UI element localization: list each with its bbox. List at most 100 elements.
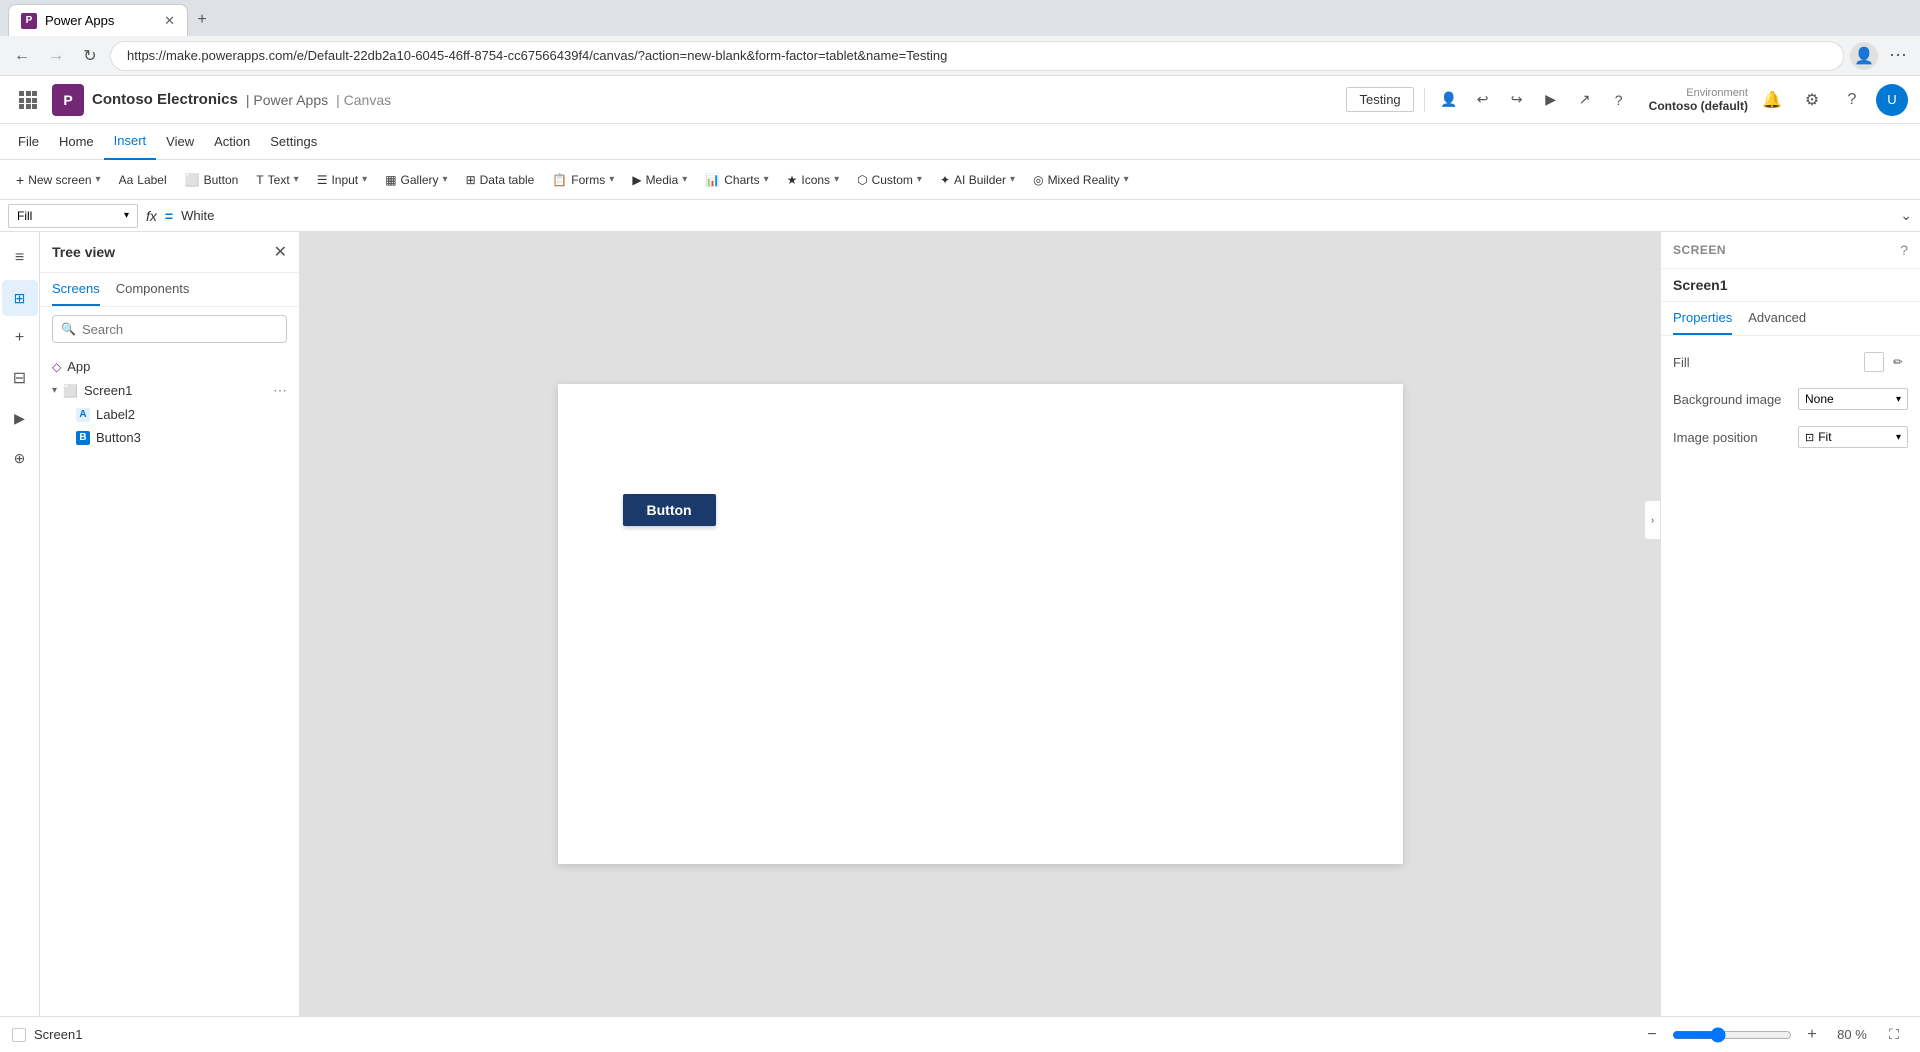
address-bar[interactable]: https://make.powerapps.com/e/Default-22d… <box>110 41 1844 71</box>
bottom-screen-checkbox[interactable] <box>12 1028 26 1042</box>
waffle-menu-button[interactable] <box>12 84 44 116</box>
help-header-button[interactable]: ? <box>1836 84 1868 116</box>
left-icon-bar: ≡ ⊞ + ⊟ ▶ ⊕ <box>0 232 40 1016</box>
user-avatar[interactable]: U <box>1876 84 1908 116</box>
forms-button[interactable]: 📋 Forms ▾ <box>544 165 622 195</box>
user-icon-button[interactable]: 👤 <box>1435 86 1463 114</box>
right-tab-properties[interactable]: Properties <box>1673 302 1732 335</box>
input-button[interactable]: ☰ Input ▾ <box>309 165 376 195</box>
forms-arrow: ▾ <box>609 174 614 185</box>
new-tab-button[interactable]: + <box>188 6 216 34</box>
undo-button[interactable]: ↩ <box>1469 86 1497 114</box>
menu-dots[interactable]: ⋯ <box>1884 42 1912 70</box>
left-icon-insert[interactable]: + <box>2 320 38 356</box>
tree-item-screen1[interactable]: ▾ ⬜ Screen1 ⋯ <box>40 378 299 403</box>
zoom-minus-button[interactable]: − <box>1640 1023 1664 1047</box>
custom-arrow: ▾ <box>917 174 922 185</box>
help-button[interactable]: ? <box>1605 86 1633 114</box>
left-icon-media[interactable]: ▶ <box>2 400 38 436</box>
gallery-button[interactable]: ▦ Gallery ▾ <box>377 165 455 195</box>
right-tab-advanced[interactable]: Advanced <box>1748 302 1806 335</box>
canvas-button[interactable]: Button <box>623 494 716 526</box>
canvas-frame[interactable]: Button <box>558 384 1403 864</box>
mixed-reality-button[interactable]: ◎ Mixed Reality ▾ <box>1025 165 1137 195</box>
label-button[interactable]: Aa Label <box>111 165 175 195</box>
formula-dropdown[interactable]: Fill ▾ <box>8 204 138 228</box>
fill-color-edit-icon[interactable]: ✏ <box>1888 352 1908 372</box>
tree-item-app[interactable]: ◇ App <box>40 355 299 378</box>
tab-close-icon[interactable]: ✕ <box>164 13 175 29</box>
image-position-label: Image position <box>1673 430 1758 445</box>
right-panel-screen-name: Screen1 <box>1661 269 1920 302</box>
mixed-reality-icon: ◎ <box>1033 173 1043 187</box>
pos-dropdown-arrow: ▾ <box>1896 432 1901 443</box>
play-button[interactable]: ▶ <box>1537 86 1565 114</box>
background-image-dropdown[interactable]: None ▾ <box>1798 388 1908 410</box>
left-icon-data[interactable]: ⊟ <box>2 360 38 396</box>
app-name-badge[interactable]: Testing <box>1346 87 1413 112</box>
tree-item-label2[interactable]: A Label2 <box>40 403 299 426</box>
fill-value[interactable]: ✏ <box>1864 352 1908 372</box>
right-panel-expand-arrow[interactable]: › <box>1644 500 1660 540</box>
zoom-slider[interactable] <box>1672 1027 1792 1043</box>
charts-button[interactable]: 📊 Charts ▾ <box>697 165 776 195</box>
text-button[interactable]: T Text ▾ <box>248 165 306 195</box>
redo-button[interactable]: ↪ <box>1503 86 1531 114</box>
menu-item-action[interactable]: Action <box>204 128 260 156</box>
tree-close-button[interactable]: ✕ <box>274 242 287 262</box>
back-button[interactable]: ← <box>8 42 36 70</box>
screen1-more-icon[interactable]: ⋯ <box>273 382 287 399</box>
icons-button[interactable]: ★ Icons ▾ <box>779 165 847 195</box>
menu-item-file[interactable]: File <box>8 128 49 156</box>
tab-screens[interactable]: Screens <box>52 273 100 306</box>
media-arrow: ▾ <box>682 174 687 185</box>
chevron-down-icon: ▾ <box>52 385 57 396</box>
forms-icon: 📋 <box>552 173 567 187</box>
canvas-area: Button <box>300 232 1660 1016</box>
image-position-dropdown[interactable]: ⊡ Fit ▾ <box>1798 426 1908 448</box>
browser-chrome: P Power Apps ✕ + <box>0 0 1920 36</box>
input-arrow: ▾ <box>362 174 367 185</box>
data-table-button[interactable]: ⊞ Data table <box>458 165 543 195</box>
expand-canvas-button[interactable]: ⛶ <box>1880 1021 1908 1049</box>
main-layout: ≡ ⊞ + ⊟ ▶ ⊕ Tree view ✕ Screens Componen… <box>0 232 1920 1016</box>
button-insert-button[interactable]: ⬜ Button <box>177 165 247 195</box>
tab-components[interactable]: Components <box>116 273 190 306</box>
tree-item-button3[interactable]: B Button3 <box>40 426 299 449</box>
charts-arrow: ▾ <box>764 174 769 185</box>
formula-expand-icon[interactable]: ⌄ <box>1900 207 1912 224</box>
menu-item-settings[interactable]: Settings <box>260 128 327 156</box>
app-header: P Contoso Electronics | Power Apps | Can… <box>0 76 1920 124</box>
left-icon-variables[interactable]: ⊕ <box>2 440 38 476</box>
screen-icon: ⬜ <box>63 384 78 398</box>
menu-item-view[interactable]: View <box>156 128 204 156</box>
profile-icon[interactable]: 👤 <box>1850 42 1878 70</box>
search-input[interactable] <box>82 322 278 337</box>
share-button[interactable]: ↗ <box>1571 86 1599 114</box>
settings-button[interactable]: ⚙ <box>1796 84 1828 116</box>
search-icon: 🔍 <box>61 322 76 336</box>
gallery-icon: ▦ <box>385 173 396 187</box>
menu-item-insert[interactable]: Insert <box>104 124 157 160</box>
left-icon-screens[interactable]: ⊞ <box>2 280 38 316</box>
notification-button[interactable]: 🔔 <box>1756 84 1788 116</box>
tree-item-button3-label: Button3 <box>96 430 141 445</box>
right-panel-help-icon[interactable]: ? <box>1900 242 1908 258</box>
forward-button[interactable]: → <box>42 42 70 70</box>
media-button[interactable]: ▶ Media ▾ <box>624 165 695 195</box>
plus-icon: + <box>197 11 206 29</box>
tree-search-container: 🔍 <box>40 307 299 351</box>
refresh-button[interactable]: ↻ <box>76 42 104 70</box>
minus-icon: − <box>1647 1026 1656 1044</box>
input-icon: ☰ <box>317 173 328 187</box>
menu-item-home[interactable]: Home <box>49 128 104 156</box>
browser-tab[interactable]: P Power Apps ✕ <box>8 4 188 36</box>
left-icon-menu[interactable]: ≡ <box>2 240 38 276</box>
formula-input[interactable] <box>181 208 1892 223</box>
tree-search-box[interactable]: 🔍 <box>52 315 287 343</box>
custom-button[interactable]: ⬡ Custom ▾ <box>849 165 930 195</box>
zoom-plus-button[interactable]: + <box>1800 1023 1824 1047</box>
new-screen-button[interactable]: + New screen ▾ <box>8 165 109 195</box>
tree-item-label2-label: Label2 <box>96 407 135 422</box>
ai-builder-button[interactable]: ✦ AI Builder ▾ <box>932 165 1023 195</box>
